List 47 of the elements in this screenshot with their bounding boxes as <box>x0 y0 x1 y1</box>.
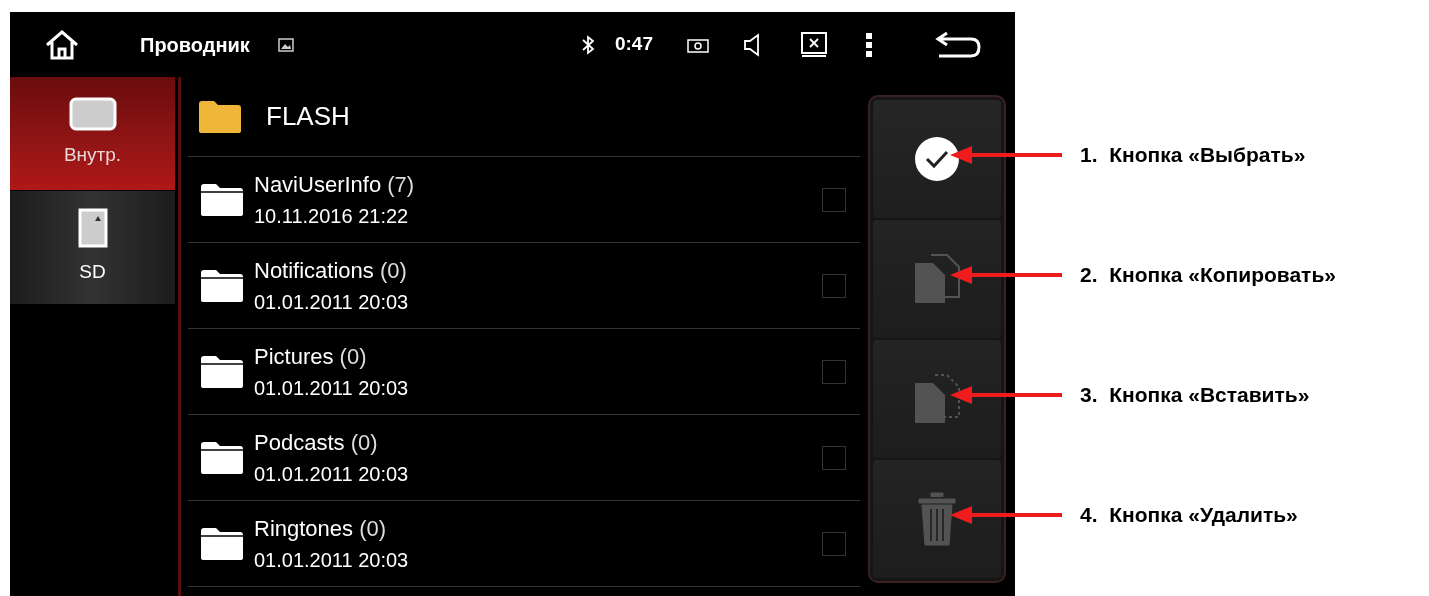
storage-tab[interactable]: SD <box>10 191 175 305</box>
folder-date: 10.11.2016 21:22 <box>254 203 410 229</box>
row-checkbox[interactable] <box>822 273 846 298</box>
check-circle-icon <box>912 134 962 184</box>
annotation-label: 4. Кнопка «Удалить» <box>1080 502 1298 529</box>
row-checkbox[interactable] <box>822 187 846 212</box>
folder-name: Podcasts (0) <box>254 428 379 457</box>
folder-name: NaviUserInfo (7) <box>254 170 416 199</box>
folder-title: FLASH <box>266 100 350 133</box>
trash-icon <box>917 491 957 547</box>
bluetooth-icon <box>580 34 595 55</box>
folder-icon <box>200 182 244 217</box>
file-row[interactable]: Notifications (0) 01.01.2011 20:03 <box>188 243 860 329</box>
folder-date: 01.01.2011 20:03 <box>254 375 410 401</box>
folder-name: Pictures (0) <box>254 342 368 371</box>
close-box-icon[interactable] <box>801 31 827 58</box>
row-checkbox[interactable] <box>822 531 846 556</box>
annotation-label: 1. Кнопка «Выбрать» <box>1080 142 1306 169</box>
camera-icon <box>687 36 709 53</box>
file-row[interactable]: Podcasts (0) 01.01.2011 20:03 <box>188 415 860 501</box>
file-row[interactable]: NaviUserInfo (7) 10.11.2016 21:22 <box>188 157 860 243</box>
row-checkbox[interactable] <box>822 445 846 470</box>
folder-date: 01.01.2011 20:03 <box>254 461 410 487</box>
more-icon[interactable] <box>865 31 873 58</box>
clock: 0:47 <box>614 32 653 57</box>
folder-icon <box>200 440 244 475</box>
back-icon[interactable] <box>935 30 981 59</box>
speaker-icon <box>743 32 761 57</box>
folder-date: 01.01.2011 20:03 <box>254 547 410 573</box>
image-icon <box>277 37 294 52</box>
folder-name: Ringtones (0) <box>254 514 388 543</box>
annotation-label: 2. Кнопка «Копировать» <box>1080 262 1336 289</box>
folder-icon <box>200 526 244 561</box>
folder-icon <box>200 354 244 389</box>
home-icon[interactable] <box>44 28 80 61</box>
folder-icon <box>198 99 242 134</box>
folder-name: Notifications (0) <box>254 256 408 285</box>
folder-icon <box>200 268 244 303</box>
file-row[interactable]: Ringtones (0) 01.01.2011 20:03 <box>188 501 860 587</box>
row-checkbox[interactable] <box>822 359 846 384</box>
app-title: Проводник <box>140 32 250 58</box>
action-button[interactable] <box>873 100 1001 218</box>
storage-tab[interactable]: Внутр. <box>10 77 175 191</box>
folder-date: 01.01.2011 20:03 <box>254 289 410 315</box>
drive-icon <box>68 97 117 132</box>
annotation-label: 3. Кнопка «Вставить» <box>1080 382 1310 409</box>
file-row[interactable]: Pictures (0) 01.01.2011 20:03 <box>188 329 860 415</box>
